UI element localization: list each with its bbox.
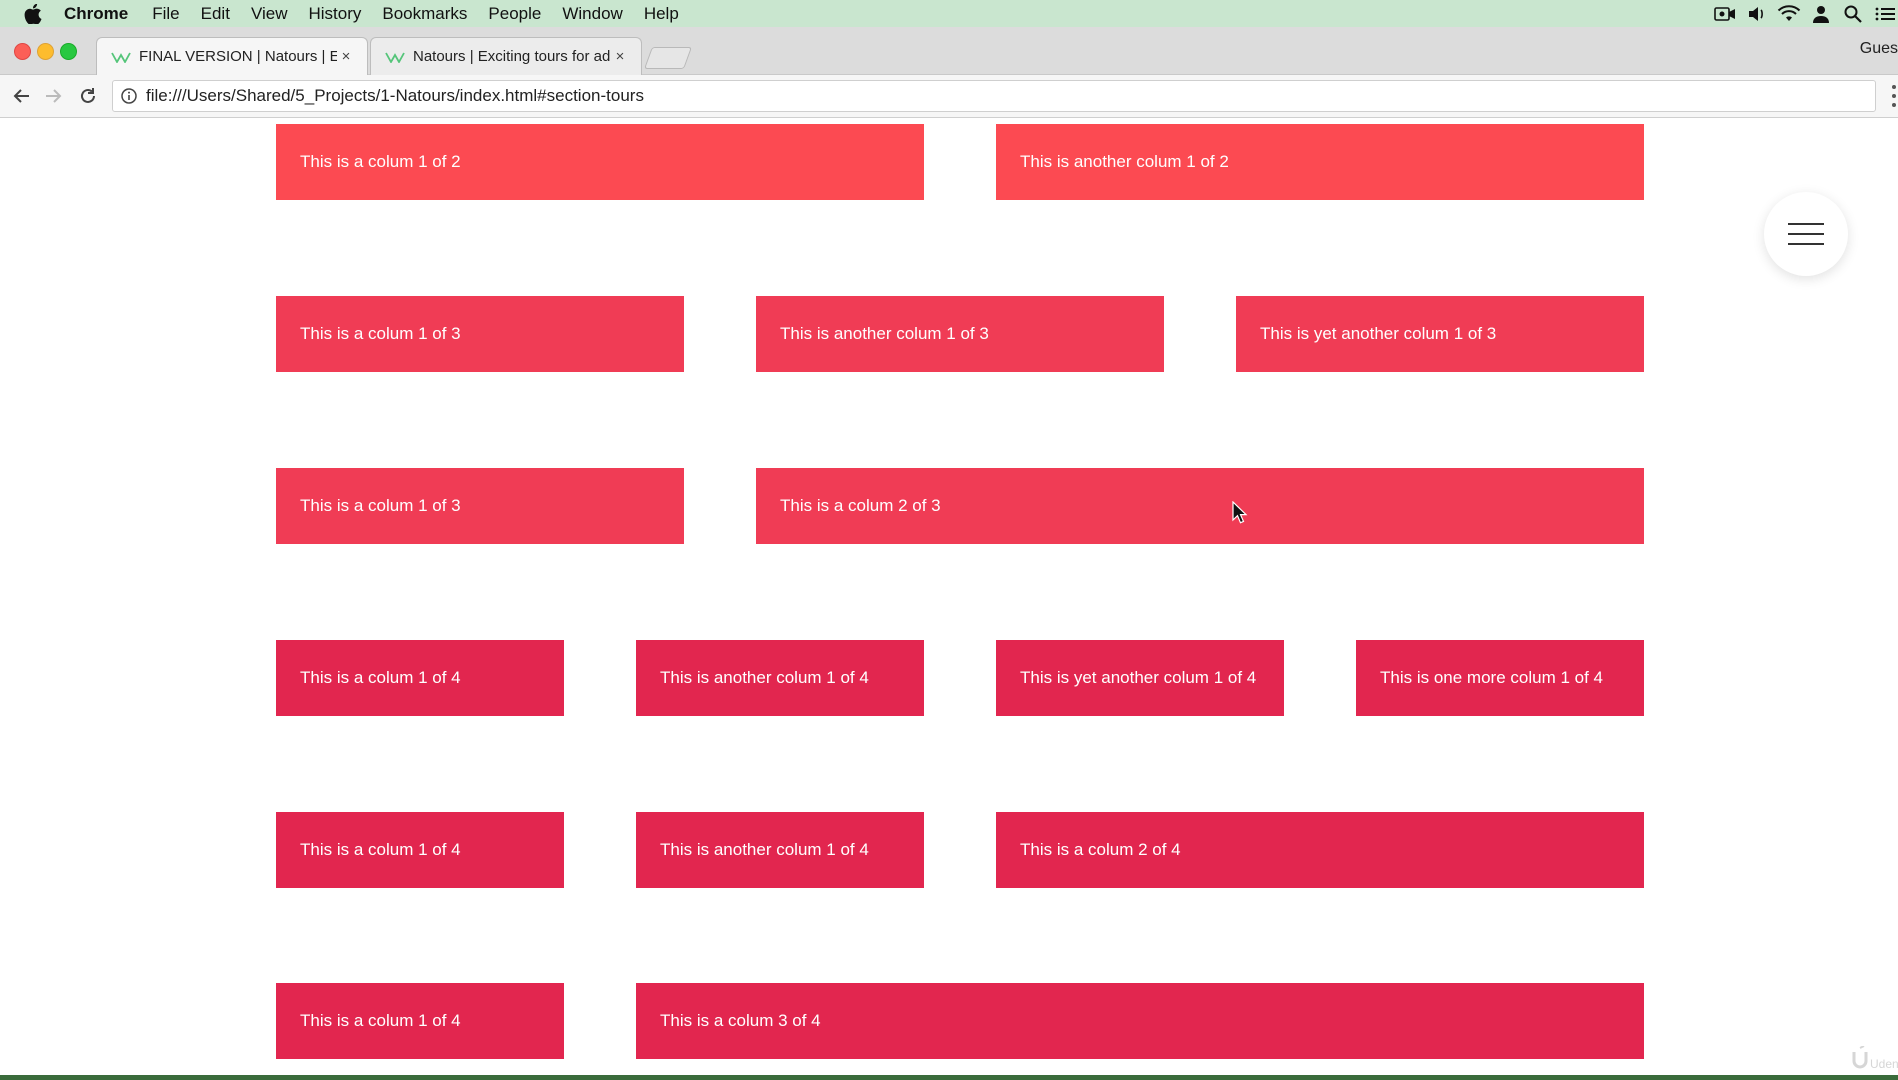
tab-strip: FINAL VERSION | Natours | Exc × Natours … <box>0 27 1898 75</box>
col-text: This is a colum 1 of 4 <box>300 1011 461 1030</box>
menu-window[interactable]: Window <box>562 4 622 24</box>
col-text: This is a colum 1 of 3 <box>300 324 461 343</box>
col-text: This is another colum 1 of 3 <box>780 324 989 343</box>
tab-title: FINAL VERSION | Natours | Exc <box>139 48 337 65</box>
volume-icon[interactable] <box>1744 3 1770 25</box>
wifi-icon[interactable] <box>1776 3 1802 25</box>
col-text: This is a colum 2 of 3 <box>780 496 941 515</box>
info-icon[interactable] <box>120 87 138 105</box>
navigation-button[interactable] <box>1764 192 1848 276</box>
window-close-button[interactable] <box>14 43 31 60</box>
browser-toolbar: file:///Users/Shared/5_Projects/1-Natour… <box>0 75 1898 118</box>
grid-col-2-of-4: This is a colum 2 of 4 <box>996 812 1644 888</box>
grid-col-1-of-3: This is a colum 1 of 3 <box>276 296 684 372</box>
tab-final-version[interactable]: FINAL VERSION | Natours | Exc × <box>96 37 368 75</box>
grid-col-1-of-4: This is a colum 1 of 4 <box>276 640 564 716</box>
back-arrow-icon[interactable] <box>8 83 34 109</box>
col-text: This is another colum 1 of 2 <box>1020 152 1229 171</box>
grid-col-1-of-4: This is one more colum 1 of 4 <box>1356 640 1644 716</box>
window-minimize-button[interactable] <box>37 43 54 60</box>
new-tab-button[interactable] <box>643 47 693 69</box>
col-text: This is another colum 1 of 4 <box>660 668 869 687</box>
hamburger-menu-icon <box>1788 223 1824 245</box>
natours-favicon-icon <box>385 50 405 64</box>
menu-history[interactable]: History <box>308 4 361 24</box>
menu-app-chrome[interactable]: Chrome <box>64 4 128 24</box>
menu-bookmarks[interactable]: Bookmarks <box>382 4 467 24</box>
grid-col-1-of-3: This is yet another colum 1 of 3 <box>1236 296 1644 372</box>
col-text: This is a colum 1 of 4 <box>300 840 461 859</box>
menu-edit[interactable]: Edit <box>201 4 230 24</box>
apple-icon[interactable] <box>22 3 44 25</box>
profile-button[interactable]: Gues <box>1860 40 1898 58</box>
desktop-strip <box>0 1075 1898 1080</box>
status-icons <box>1706 0 1898 27</box>
col-text: This is one more colum 1 of 4 <box>1380 668 1603 687</box>
notification-center-icon[interactable] <box>1872 3 1898 25</box>
macos-menubar: Chrome File Edit View History Bookmarks … <box>0 0 1898 27</box>
user-icon[interactable] <box>1808 3 1834 25</box>
grid-col-1-of-3: This is a colum 1 of 3 <box>276 468 684 544</box>
natours-favicon-icon <box>111 50 131 64</box>
col-text: This is a colum 1 of 2 <box>300 152 461 171</box>
mouse-cursor-icon <box>1232 501 1248 524</box>
menu-people[interactable]: People <box>488 4 541 24</box>
spotlight-search-icon[interactable] <box>1840 3 1866 25</box>
menu-file[interactable]: File <box>152 4 179 24</box>
tab-title: Natours | Exciting tours for ad <box>413 48 611 65</box>
page-content: This is a colum 1 of 2 This is another c… <box>0 118 1898 1075</box>
window-zoom-button[interactable] <box>60 43 77 60</box>
col-text: This is yet another colum 1 of 3 <box>1260 324 1497 343</box>
col-text: This is a colum 2 of 4 <box>1020 840 1181 859</box>
grid-col-2-of-3: This is a colum 2 of 3 <box>756 468 1644 544</box>
grid-col-1-of-2: This is a colum 1 of 2 <box>276 124 924 200</box>
grid-col-3-of-4: This is a colum 3 of 4 <box>636 983 1644 1059</box>
address-bar[interactable]: file:///Users/Shared/5_Projects/1-Natour… <box>112 80 1876 112</box>
col-text: This is yet another colum 1 of 4 <box>1020 668 1257 687</box>
tab-natours[interactable]: Natours | Exciting tours for ad × <box>370 37 642 75</box>
grid-col-1-of-4: This is another colum 1 of 4 <box>636 812 924 888</box>
tab-close-icon[interactable]: × <box>337 48 355 65</box>
col-text: This is a colum 3 of 4 <box>660 1011 821 1030</box>
grid-col-1-of-4: This is another colum 1 of 4 <box>636 640 924 716</box>
reload-icon[interactable] <box>75 83 101 109</box>
grid-col-1-of-2: This is another colum 1 of 2 <box>996 124 1644 200</box>
col-text: This is a colum 1 of 4 <box>300 668 461 687</box>
screen-record-icon[interactable] <box>1712 3 1738 25</box>
forward-arrow-icon[interactable] <box>41 83 67 109</box>
grid-col-1-of-4: This is yet another colum 1 of 4 <box>996 640 1284 716</box>
col-text: This is a colum 1 of 3 <box>300 496 461 515</box>
col-text: This is another colum 1 of 4 <box>660 840 869 859</box>
url-text[interactable]: file:///Users/Shared/5_Projects/1-Natour… <box>146 86 644 106</box>
more-menu-icon[interactable] <box>1890 85 1898 107</box>
watermark-logo-icon: Uden <box>1852 1046 1898 1071</box>
watermark-text: Uden <box>1870 1057 1898 1071</box>
grid-col-1-of-3: This is another colum 1 of 3 <box>756 296 1164 372</box>
grid-col-1-of-4: This is a colum 1 of 4 <box>276 983 564 1059</box>
menu-view[interactable]: View <box>251 4 288 24</box>
menu-help[interactable]: Help <box>644 4 679 24</box>
grid-col-1-of-4: This is a colum 1 of 4 <box>276 812 564 888</box>
tab-close-icon[interactable]: × <box>611 48 629 65</box>
